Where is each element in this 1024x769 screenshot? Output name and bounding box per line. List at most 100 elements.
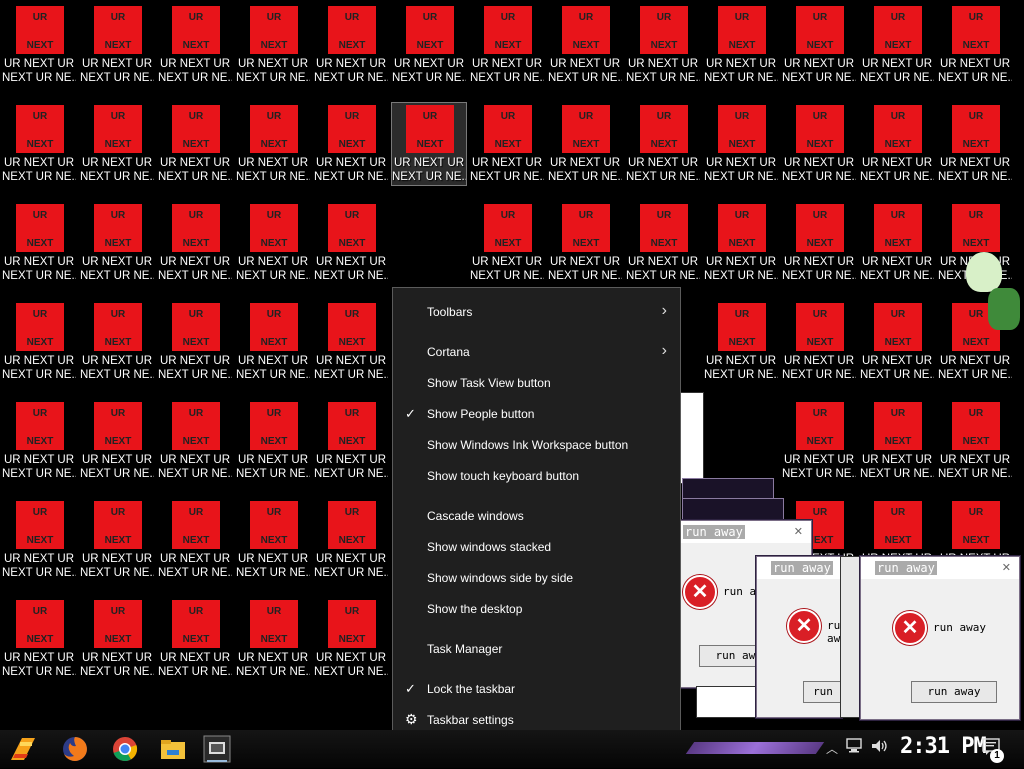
desktop-icon[interactable]: UR NEXT UR NEXT UR NEXT UR NE... <box>782 202 856 284</box>
menu-item-show-windows-stacked[interactable]: Show windows stacked <box>394 534 679 560</box>
desktop-icon[interactable]: UR NEXT UR NEXT UR NEXT UR NE... <box>236 4 310 86</box>
desktop-icon[interactable]: UR NEXT UR NEXT UR NEXT UR NE... <box>80 202 154 284</box>
desktop-icon[interactable]: UR NEXT UR NEXT UR NEXT UR NE... <box>236 499 310 581</box>
desktop-icon[interactable]: UR NEXT UR NEXT UR NEXT UR NE... <box>158 598 232 680</box>
desktop-icon[interactable]: UR NEXT UR NEXT UR NEXT UR NE... <box>236 400 310 482</box>
desktop-icon[interactable]: UR NEXT UR NEXT UR NEXT UR NE... <box>704 4 778 86</box>
icon-image-text: NEXT <box>26 436 54 447</box>
desktop-icon[interactable]: UR NEXT UR NEXT UR NEXT UR NE... <box>314 499 388 581</box>
desktop-icon[interactable]: UR NEXT UR NEXT UR NEXT UR NE... <box>80 301 154 383</box>
desktop-icon[interactable]: UR NEXT UR NEXT UR NEXT UR NE... <box>392 4 466 86</box>
menu-item-toolbars[interactable]: Toolbars › <box>394 299 679 325</box>
icon-image-text: NEXT <box>260 436 288 447</box>
desktop-icon[interactable]: UR NEXT UR NEXT UR NEXT UR NE... <box>391 102 467 186</box>
desktop-icon[interactable]: UR NEXT UR NEXT UR NEXT UR NE... <box>314 4 388 86</box>
desktop-icon[interactable]: UR NEXT UR NEXT UR NEXT UR NE... <box>782 4 856 86</box>
desktop-icon[interactable]: UR NEXT UR NEXT UR NEXT UR NE... <box>2 202 76 284</box>
dialog-button[interactable]: run away <box>803 681 843 703</box>
desktop-icon[interactable]: UR NEXT UR NEXT UR NEXT UR NE... <box>470 4 544 86</box>
error-dialog[interactable]: run away ✕ ✕ run away run away <box>860 556 1020 720</box>
desktop-icon[interactable]: UR NEXT UR NEXT UR NEXT UR NE... <box>80 499 154 581</box>
desktop-icon[interactable]: UR NEXT UR NEXT UR NEXT UR NE... <box>548 4 622 86</box>
desktop-icon[interactable]: UR NEXT UR NEXT UR NEXT UR NE... <box>80 400 154 482</box>
desktop-icon[interactable]: UR NEXT UR NEXT UR NEXT UR NE... <box>938 4 1012 86</box>
desktop-icon[interactable]: UR NEXT UR NEXT UR NEXT UR NE... <box>2 4 76 86</box>
app-icon[interactable] <box>202 734 232 764</box>
desktop-icon[interactable]: UR NEXT UR NEXT UR NEXT UR NE... <box>938 103 1012 185</box>
desktop-icon[interactable]: UR NEXT UR NEXT UR NEXT UR NE... <box>626 103 700 185</box>
menu-item-cascade-windows[interactable]: Cascade windows <box>394 503 679 529</box>
desktop-icon[interactable]: UR NEXT UR NEXT UR NEXT UR NE... <box>860 103 934 185</box>
desktop-icon[interactable]: UR NEXT UR NEXT UR NEXT UR NE... <box>704 301 778 383</box>
menu-item-lock-the-taskbar[interactable]: ✓ Lock the taskbar <box>394 676 679 702</box>
desktop-icon[interactable]: UR NEXT UR NEXT UR NEXT UR NE... <box>704 202 778 284</box>
menu-item-cortana[interactable]: Cortana › <box>394 339 679 365</box>
desktop-icon[interactable]: UR NEXT UR NEXT UR NEXT UR NE... <box>626 202 700 284</box>
desktop-icon[interactable]: UR NEXT UR NEXT UR NEXT UR NE... <box>782 301 856 383</box>
desktop-icon[interactable]: UR NEXT UR NEXT UR NEXT UR NE... <box>938 400 1012 482</box>
ur-next-icon: UR NEXT <box>250 303 298 351</box>
desktop-icon[interactable]: UR NEXT UR NEXT UR NEXT UR NE... <box>236 598 310 680</box>
network-icon[interactable] <box>846 738 864 759</box>
desktop-icon[interactable]: UR NEXT UR NEXT UR NEXT UR NE... <box>626 4 700 86</box>
taskbar[interactable]: ︿ 2:31 PM 1 <box>0 730 1024 768</box>
close-icon[interactable]: ✕ <box>1002 561 1011 574</box>
file-explorer-icon[interactable] <box>158 734 188 764</box>
dialog-title: run away <box>771 561 833 575</box>
menu-item-show-the-desktop[interactable]: Show the desktop <box>394 596 679 622</box>
desktop-icon[interactable]: UR NEXT UR NEXT UR NEXT UR NE... <box>158 400 232 482</box>
desktop-icon[interactable]: UR NEXT UR NEXT UR NEXT UR NE... <box>158 202 232 284</box>
desktop-icon[interactable]: UR NEXT UR NEXT UR NEXT UR NE... <box>314 301 388 383</box>
desktop-icon[interactable]: UR NEXT UR NEXT UR NEXT UR NE... <box>158 499 232 581</box>
desktop-icon[interactable]: UR NEXT UR NEXT UR NEXT UR NE... <box>158 103 232 185</box>
desktop-icon[interactable]: UR NEXT UR NEXT UR NEXT UR NE... <box>80 103 154 185</box>
icon-image-text: NEXT <box>650 40 678 51</box>
start-icon[interactable] <box>8 734 38 764</box>
chevron-up-icon[interactable]: ︿ <box>826 740 838 757</box>
icon-label: UR NEXT UR NEXT UR NE... <box>392 156 466 184</box>
desktop-icon[interactable]: UR NEXT UR NEXT UR NEXT UR NE... <box>314 400 388 482</box>
desktop-icon[interactable]: UR NEXT UR NEXT UR NEXT UR NE... <box>2 499 76 581</box>
menu-item-show-windows-ink-workspace-button[interactable]: Show Windows Ink Workspace button <box>394 432 679 458</box>
desktop-icon[interactable]: UR NEXT UR NEXT UR NEXT UR NE... <box>860 4 934 86</box>
desktop-icon[interactable]: UR NEXT UR NEXT UR NEXT UR NE... <box>80 598 154 680</box>
desktop-icon[interactable]: UR NEXT UR NEXT UR NEXT UR NE... <box>314 103 388 185</box>
desktop-icon[interactable]: UR NEXT UR NEXT UR NEXT UR NE... <box>2 400 76 482</box>
error-dialog[interactable]: run away ✕ run away run away <box>756 556 843 718</box>
firefox-icon[interactable] <box>60 734 90 764</box>
menu-item-show-windows-side-by-side[interactable]: Show windows side by side <box>394 565 679 591</box>
taskbar-clock[interactable]: 2:31 PM <box>900 734 987 759</box>
dialog-button[interactable]: run away <box>911 681 997 703</box>
desktop-icon[interactable]: UR NEXT UR NEXT UR NEXT UR NE... <box>548 103 622 185</box>
desktop-icon[interactable]: UR NEXT UR NEXT UR NEXT UR NE... <box>470 202 544 284</box>
desktop-icon[interactable]: UR NEXT UR NEXT UR NEXT UR NE... <box>314 202 388 284</box>
desktop-icon[interactable]: UR NEXT UR NEXT UR NEXT UR NE... <box>470 103 544 185</box>
desktop-icon[interactable]: UR NEXT UR NEXT UR NEXT UR NE... <box>2 598 76 680</box>
desktop-icon[interactable]: UR NEXT UR NEXT UR NEXT UR NE... <box>860 400 934 482</box>
desktop-icon[interactable]: UR NEXT UR NEXT UR NEXT UR NE... <box>548 202 622 284</box>
icon-image-text: NEXT <box>26 139 54 150</box>
volume-icon[interactable] <box>870 738 890 759</box>
menu-item-show-touch-keyboard-button[interactable]: Show touch keyboard button <box>394 463 679 489</box>
desktop-icon[interactable]: UR NEXT UR NEXT UR NEXT UR NE... <box>158 4 232 86</box>
desktop-icon[interactable]: UR NEXT UR NEXT UR NEXT UR NE... <box>782 400 856 482</box>
desktop-icon[interactable]: UR NEXT UR NEXT UR NEXT UR NE... <box>860 301 934 383</box>
desktop-icon[interactable]: UR NEXT UR NEXT UR NEXT UR NE... <box>704 103 778 185</box>
menu-item-show-task-view-button[interactable]: Show Task View button <box>394 370 679 396</box>
desktop-icon[interactable]: UR NEXT UR NEXT UR NEXT UR NE... <box>782 103 856 185</box>
menu-item-show-people-button[interactable]: ✓ Show People button <box>394 401 679 427</box>
desktop-icon[interactable]: UR NEXT UR NEXT UR NEXT UR NE... <box>860 202 934 284</box>
desktop-icon[interactable]: UR NEXT UR NEXT UR NEXT UR NE... <box>236 301 310 383</box>
close-icon[interactable]: ✕ <box>794 525 803 538</box>
desktop-icon[interactable]: UR NEXT UR NEXT UR NEXT UR NE... <box>2 301 76 383</box>
desktop-icon[interactable]: UR NEXT UR NEXT UR NEXT UR NE... <box>158 301 232 383</box>
chrome-icon[interactable] <box>110 734 140 764</box>
desktop-icon[interactable]: UR NEXT UR NEXT UR NEXT UR NE... <box>236 103 310 185</box>
desktop-icon[interactable]: UR NEXT UR NEXT UR NEXT UR NE... <box>314 598 388 680</box>
desktop-icon[interactable]: UR NEXT UR NEXT UR NEXT UR NE... <box>2 103 76 185</box>
icon-image-text: NEXT <box>260 238 288 249</box>
desktop-icon[interactable]: UR NEXT UR NEXT UR NEXT UR NE... <box>80 4 154 86</box>
dialog-title: run away <box>683 525 745 539</box>
menu-item-task-manager[interactable]: Task Manager <box>394 636 679 662</box>
desktop-icon[interactable]: UR NEXT UR NEXT UR NEXT UR NE... <box>236 202 310 284</box>
